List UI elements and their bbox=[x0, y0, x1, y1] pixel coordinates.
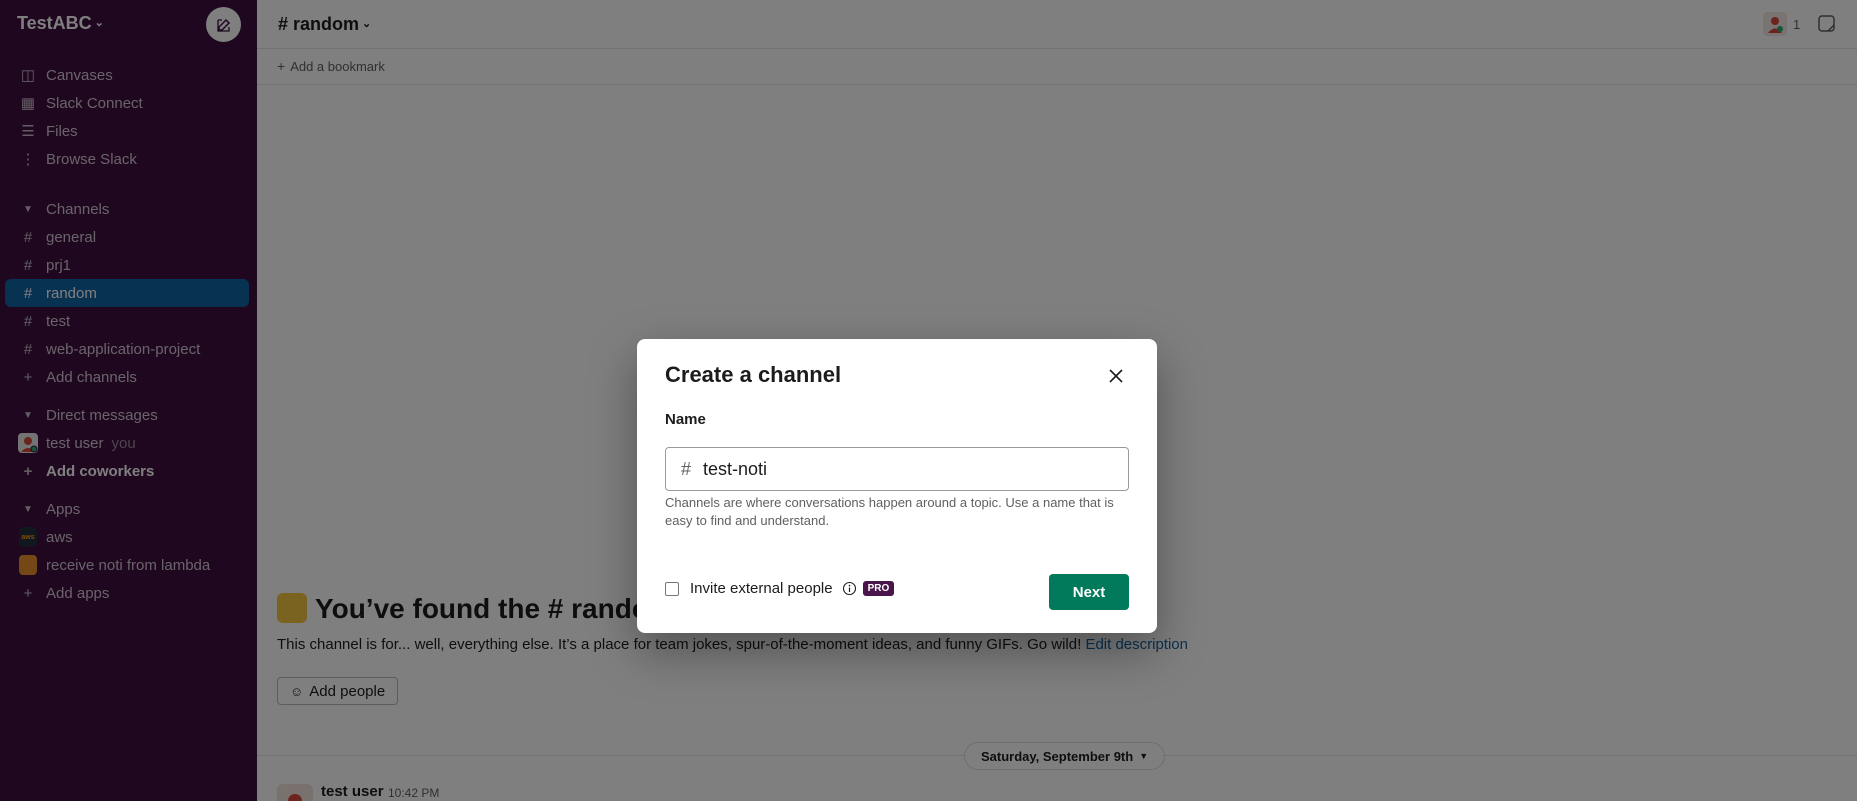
channel-name-input[interactable] bbox=[703, 458, 1123, 480]
invite-external-label[interactable]: Invite external people bbox=[690, 580, 833, 597]
dialog-title: Create a channel bbox=[665, 362, 842, 387]
create-channel-dialog: Create a channel Name # Channels are whe… bbox=[637, 339, 1157, 633]
pro-badge: PRO bbox=[862, 581, 895, 596]
invite-external-checkbox[interactable] bbox=[665, 581, 679, 596]
invite-external-row: Invite external people PRO bbox=[665, 580, 895, 597]
close-button[interactable] bbox=[1103, 363, 1129, 389]
hash-icon: # bbox=[681, 458, 692, 479]
name-label: Name bbox=[665, 411, 706, 428]
close-icon bbox=[1109, 369, 1123, 383]
next-button[interactable]: Next bbox=[1049, 574, 1129, 610]
info-icon[interactable] bbox=[842, 581, 857, 596]
channel-name-field[interactable]: # bbox=[665, 447, 1129, 491]
channel-name-hint: Channels are where conversations happen … bbox=[665, 495, 1114, 528]
